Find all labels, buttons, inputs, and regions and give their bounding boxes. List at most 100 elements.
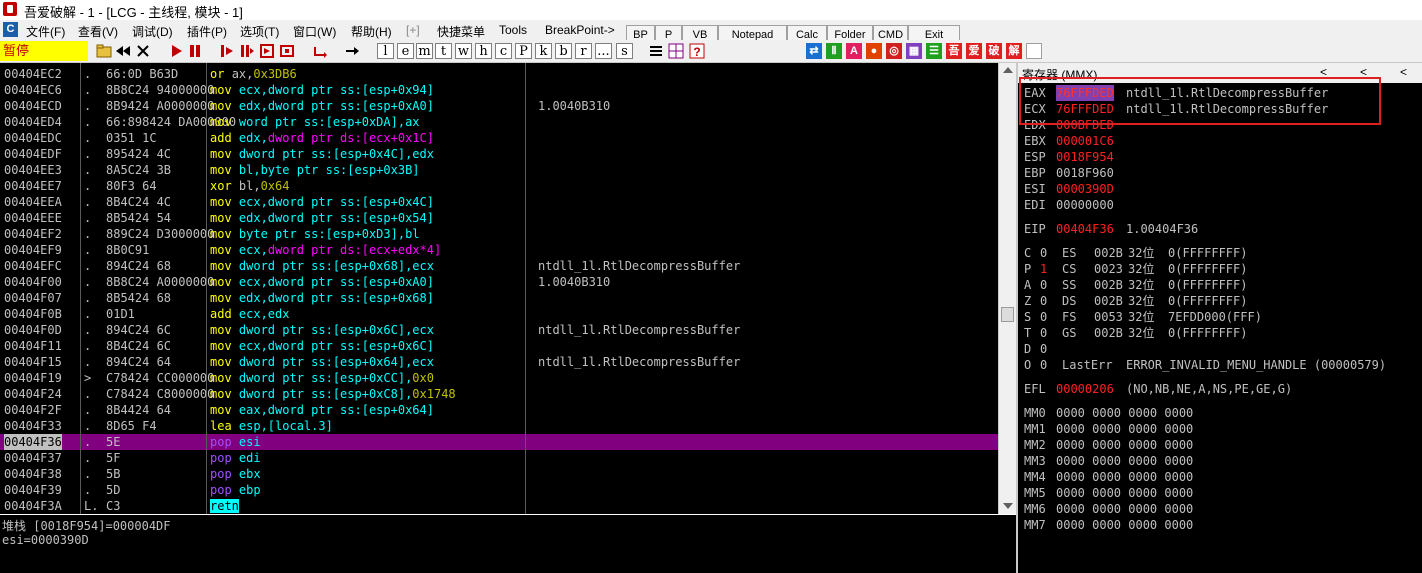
disasm-row[interactable]: 00404F38. 5B pop ebx xyxy=(0,466,998,482)
threads-window-button[interactable]: t xyxy=(435,43,452,59)
menu-expand[interactable]: [+] xyxy=(406,23,420,37)
column-divider xyxy=(525,63,526,514)
po-logo-icon[interactable]: 破 xyxy=(986,43,1002,59)
disasm-row[interactable]: 00404EDF. 895424 4C mov dword ptr ss:[esp+… xyxy=(0,146,998,162)
list-icon[interactable] xyxy=(648,43,664,59)
modules-window-button[interactable]: e xyxy=(397,43,414,59)
disasm-row[interactable]: 00404F07. 8B5424 68 mov edx,dword ptr ss:[… xyxy=(0,290,998,306)
disassembly-pane[interactable]: 00404EC2. 66:0D B63D or ax,0x3DB6 00404EC6.… xyxy=(0,63,998,514)
a-icon[interactable]: A xyxy=(846,43,862,59)
menu-breakpoint[interactable]: BreakPoint-> xyxy=(545,23,615,37)
disasm-row[interactable]: 00404EC2. 66:0D B63D or ax,0x3DB6 xyxy=(0,66,998,82)
disasm-row[interactable]: 00404F0B. 01D1 add ecx,edx xyxy=(0,306,998,322)
disasm-row[interactable]: 00404F24. C78424 C8000000 mov dword ptr ss… xyxy=(0,386,998,402)
disasm-row[interactable]: 00404F39. 5D pop ebp xyxy=(0,482,998,498)
disasm-row[interactable]: 00404F3A L. C3 retn xyxy=(0,498,998,514)
wu-logo-icon[interactable]: 吾 xyxy=(946,43,962,59)
open-folder-icon[interactable] xyxy=(96,43,112,59)
rewind-icon[interactable] xyxy=(115,43,131,59)
references-window-button[interactable]: r xyxy=(575,43,592,59)
comment-cell: ntdll_1l.RtlDecompressBuffer xyxy=(538,259,741,273)
info-stack-line: 堆栈 [0018F954]=000004DF xyxy=(2,519,171,533)
windows-window-button[interactable]: w xyxy=(455,43,472,59)
disasm-row[interactable]: 00404F33. 8D65 F4 lea esp,[local.3] xyxy=(0,418,998,434)
nav-prev-icon[interactable]: < xyxy=(1400,65,1407,79)
menu-tools[interactable]: Tools xyxy=(499,23,527,37)
app-icon[interactable] xyxy=(3,2,17,16)
disasm-row[interactable]: 00404EF2. 889C24 D3000000 mov byte ptr ss:… xyxy=(0,226,998,242)
step-over-icon[interactable] xyxy=(239,43,255,59)
instruction-token: lea xyxy=(210,419,239,433)
callstack-window-button[interactable]: k xyxy=(535,43,552,59)
disasm-row[interactable]: 00404EEA. 8B4C24 4C mov ecx,dword ptr ss:[… xyxy=(0,194,998,210)
disasm-row[interactable]: 00404F00. 8B8C24 A0000000 mov ecx,dword pt… xyxy=(0,274,998,290)
segment-name: CS xyxy=(1062,262,1077,276)
swap-icon[interactable]: ⇄ xyxy=(806,43,822,59)
address-cell: 00404EEA xyxy=(4,195,62,209)
instruction-cell: mov dword ptr ss:[esp+0x4C],edx xyxy=(210,146,434,162)
pause-green-icon[interactable]: Ⅱ xyxy=(826,43,842,59)
disasm-row[interactable]: 00404EC6. 8B8C24 94000000 mov ecx,dword pt… xyxy=(0,82,998,98)
pause-icon[interactable] xyxy=(187,43,203,59)
trace-into-icon[interactable] xyxy=(259,43,275,59)
menu-debug[interactable]: 调试(D) xyxy=(132,23,173,40)
disasm-row[interactable]: 00404EE3. 8A5C24 3B mov bl,byte ptr ss:[es… xyxy=(0,162,998,178)
menu-plugins[interactable]: 插件(P) xyxy=(187,23,227,40)
record-icon[interactable]: ● xyxy=(866,43,882,59)
run-trace-window-button[interactable]: ... xyxy=(595,43,612,59)
disasm-row[interactable]: 00404F15. 894C24 64 mov dword ptr ss:[esp+… xyxy=(0,354,998,370)
help-icon[interactable]: ? xyxy=(689,43,705,59)
jie-logo-icon[interactable]: 解 xyxy=(1006,43,1022,59)
scroll-down-icon[interactable] xyxy=(1003,503,1013,509)
menu-help[interactable]: 帮助(H) xyxy=(351,23,392,40)
disasm-row[interactable]: 00404EE7. 80F3 64 xor bl,0x64 xyxy=(0,178,998,194)
registers-pane[interactable]: 寄存器 (MMX) < < < EAX 76FFFDED ntdll_1l.RtlD… xyxy=(1016,63,1422,573)
address-cell: 00404F33 xyxy=(4,419,62,433)
disasm-row[interactable]: 00404EF9. 8B0C91 mov ecx,dword ptr ds:[ecx… xyxy=(0,242,998,258)
disassembly-scrollbar[interactable] xyxy=(998,63,1016,514)
ai-logo-icon[interactable]: 爱 xyxy=(966,43,982,59)
disasm-row[interactable]: 00404F2F. 8B4424 64 mov eax,dword ptr ss:[… xyxy=(0,402,998,418)
menu-file[interactable]: 文件(F) xyxy=(26,23,65,40)
menu-list-icon[interactable]: ☰ xyxy=(926,43,942,59)
scroll-thumb[interactable] xyxy=(1001,307,1014,322)
disasm-row[interactable]: 00404F19 > C78424 CC000000 mov dword ptr ss… xyxy=(0,370,998,386)
disasm-row[interactable]: 00404F37. 5F pop edi xyxy=(0,450,998,466)
source-window-button[interactable]: s xyxy=(616,43,633,59)
disasm-row[interactable]: 00404EEE. 8B5424 54 mov edx,dword ptr ss:[… xyxy=(0,210,998,226)
run-icon[interactable] xyxy=(168,43,184,59)
flow-mark: . xyxy=(84,243,92,257)
menu-view[interactable]: 查看(V) xyxy=(78,23,118,40)
instruction-token: ,dword ptr ss:[esp+0x94] xyxy=(260,83,434,97)
calendar-icon[interactable]: ▦ xyxy=(906,43,922,59)
log-window-button[interactable]: l xyxy=(377,43,394,59)
trace-over-icon[interactable] xyxy=(279,43,295,59)
menu-shortcut[interactable]: 快捷菜单 xyxy=(437,23,485,40)
goto-icon[interactable] xyxy=(344,43,360,59)
memory-window-button[interactable]: m xyxy=(416,43,433,59)
disasm-row[interactable]: 00404ECD. 8B9424 A0000000 mov edx,dword pt… xyxy=(0,98,998,114)
disasm-row[interactable]: 00404EFC. 894C24 68 mov dword ptr ss:[esp+… xyxy=(0,258,998,274)
step-into-icon[interactable] xyxy=(219,43,235,59)
execute-till-return-icon[interactable] xyxy=(312,43,328,59)
blank-button[interactable] xyxy=(1026,43,1042,59)
disasm-row[interactable]: 00404EDC. 0351 1C add edx,dword ptr ds:[ec… xyxy=(0,130,998,146)
menu-window[interactable]: 窗口(W) xyxy=(293,23,336,40)
cpu-window-button[interactable]: c xyxy=(495,43,512,59)
breakpoints-window-button[interactable]: b xyxy=(555,43,572,59)
handles-window-button[interactable]: h xyxy=(475,43,492,59)
system-menu-icon[interactable]: C xyxy=(3,22,18,37)
disasm-row[interactable]: 00404ED4. 66:898424 DA000000 mov word ptr … xyxy=(0,114,998,130)
hex-cell: C3 xyxy=(106,499,121,513)
target-icon[interactable]: ◎ xyxy=(886,43,902,59)
disasm-row[interactable]: 00404F0D. 894C24 6C mov dword ptr ss:[esp+… xyxy=(0,322,998,338)
segment-base: 7EFDD000(FFF) xyxy=(1168,310,1262,324)
scroll-up-icon[interactable] xyxy=(1003,67,1013,73)
patches-window-button[interactable]: P xyxy=(515,43,532,59)
close-icon[interactable] xyxy=(135,43,151,59)
hex-cell: 5F xyxy=(106,451,121,465)
grid-icon[interactable] xyxy=(668,43,684,59)
menu-options[interactable]: 选项(T) xyxy=(240,23,279,40)
disasm-row[interactable]: 00404F36. 5E pop esi xyxy=(0,434,998,450)
disasm-row[interactable]: 00404F11. 8B4C24 6C mov ecx,dword ptr ss:[… xyxy=(0,338,998,354)
